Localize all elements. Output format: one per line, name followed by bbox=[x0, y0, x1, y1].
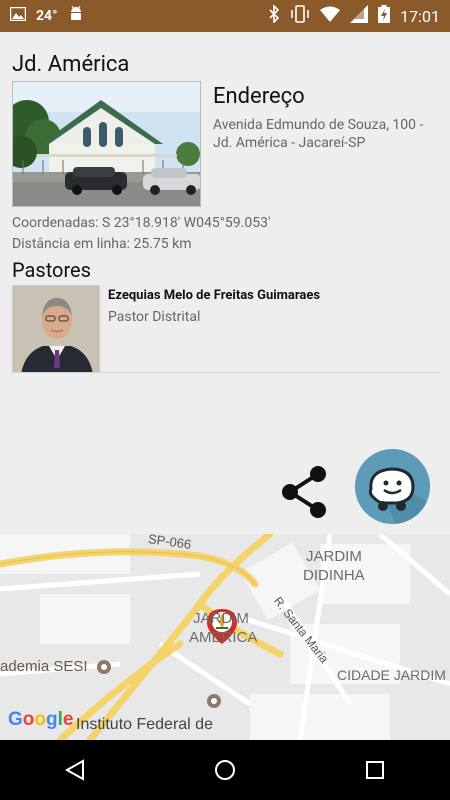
battery-charging-icon bbox=[378, 5, 391, 27]
map-label-jardim-america-1: JARDIM bbox=[193, 610, 249, 627]
google-logo: Google bbox=[8, 709, 74, 730]
church-name: Jd. América bbox=[12, 52, 130, 77]
map-label-cidade-jardim: CIDADE JARDIM bbox=[337, 667, 446, 683]
pastor-photo bbox=[12, 285, 100, 373]
back-button[interactable] bbox=[55, 750, 95, 790]
clock-text: 17:01 bbox=[400, 6, 440, 26]
pastors-title: Pastores bbox=[12, 258, 91, 282]
map-label-sesi: ademia SESI bbox=[0, 658, 88, 675]
vibrate-icon bbox=[290, 5, 310, 27]
bluetooth-icon bbox=[268, 4, 280, 27]
home-button[interactable] bbox=[205, 750, 245, 790]
coordinates-text: Coordenadas: S 23°18.918' W045°59.053' bbox=[12, 215, 271, 231]
recents-button[interactable] bbox=[355, 750, 395, 790]
map-label-jardim-didinha-1: JARDIM bbox=[306, 548, 362, 565]
map-label-instituto: Instituto Federal de bbox=[76, 716, 213, 733]
android-icon bbox=[68, 5, 84, 27]
waze-icon bbox=[355, 449, 430, 524]
church-photo bbox=[12, 81, 201, 207]
divider bbox=[12, 372, 440, 373]
waze-button[interactable] bbox=[355, 449, 430, 524]
temperature-text: 24° bbox=[36, 8, 58, 24]
recents-icon bbox=[366, 761, 384, 779]
map-view[interactable]: SP-066 JARDIM DIDINHA R. Santa Maria JAR… bbox=[0, 534, 450, 740]
home-icon bbox=[215, 760, 235, 780]
distance-text: Distância em linha: 25.75 km bbox=[12, 236, 192, 252]
church-detail-panel: Jd. América Endereço Avenida Edmundo de … bbox=[0, 32, 450, 534]
status-bar: 24° 17:01 bbox=[0, 0, 450, 32]
signal-icon bbox=[350, 5, 369, 27]
pastor-name: Ezequias Melo de Freitas Guimaraes bbox=[108, 288, 321, 303]
wifi-icon bbox=[320, 6, 341, 26]
share-icon bbox=[282, 466, 326, 518]
share-button[interactable] bbox=[278, 464, 330, 520]
image-notification-icon bbox=[9, 6, 27, 25]
map-label-jardim-didinha-2: DIDINHA bbox=[303, 567, 365, 584]
address-text: Avenida Edmundo de Souza, 100 - Jd. Amér… bbox=[213, 117, 424, 151]
address-title: Endereço bbox=[213, 84, 305, 109]
navigation-bar bbox=[0, 740, 450, 800]
pastor-role: Pastor Distrital bbox=[108, 309, 201, 325]
map-label-jardim-america-2: AMERICA bbox=[189, 629, 258, 646]
back-icon bbox=[64, 759, 84, 781]
